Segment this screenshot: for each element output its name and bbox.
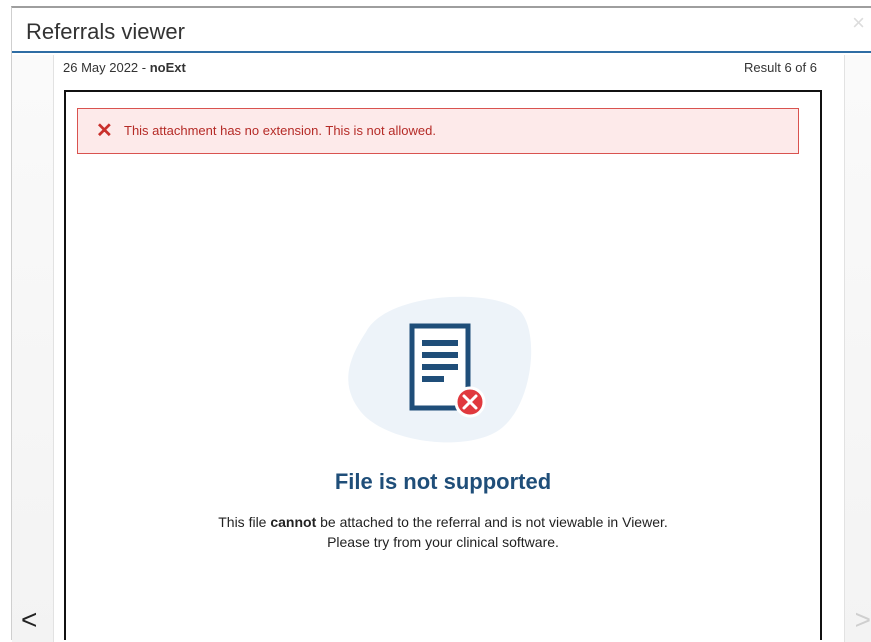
error-alert: ✕ This attachment has no extension. This… — [77, 108, 799, 154]
dialog-header: Referrals viewer × — [12, 8, 871, 53]
desc-bold: cannot — [270, 514, 317, 530]
prev-panel[interactable]: < — [12, 55, 54, 642]
next-panel[interactable]: > — [844, 55, 871, 642]
attachment-info: 26 May 2022 - noExt — [63, 60, 186, 75]
desc-line2: Please try from your clinical software. — [327, 534, 559, 550]
dialog-title: Referrals viewer — [26, 19, 185, 44]
attachment-viewer: ✕ This attachment has no extension. This… — [64, 90, 822, 640]
meta-separator: - — [138, 60, 150, 75]
desc-part1: This file — [218, 514, 271, 530]
close-icon: ✕ — [96, 120, 113, 142]
close-button[interactable]: × — [852, 12, 865, 34]
document-error-icon — [409, 323, 486, 418]
attachment-filename: noExt — [149, 60, 186, 75]
attachment-date: 26 May 2022 — [63, 60, 139, 75]
empty-state-description: This file cannot be attached to the refe… — [66, 512, 820, 552]
chevron-left-icon[interactable]: < — [21, 606, 37, 634]
desc-part2: be attached to the referral and is not v… — [316, 514, 668, 530]
alert-message: This attachment has no extension. This i… — [124, 123, 436, 138]
empty-state-title: File is not supported — [334, 469, 552, 494]
chevron-right-icon[interactable]: > — [855, 606, 871, 634]
result-counter: Result 6 of 6 — [744, 60, 817, 75]
